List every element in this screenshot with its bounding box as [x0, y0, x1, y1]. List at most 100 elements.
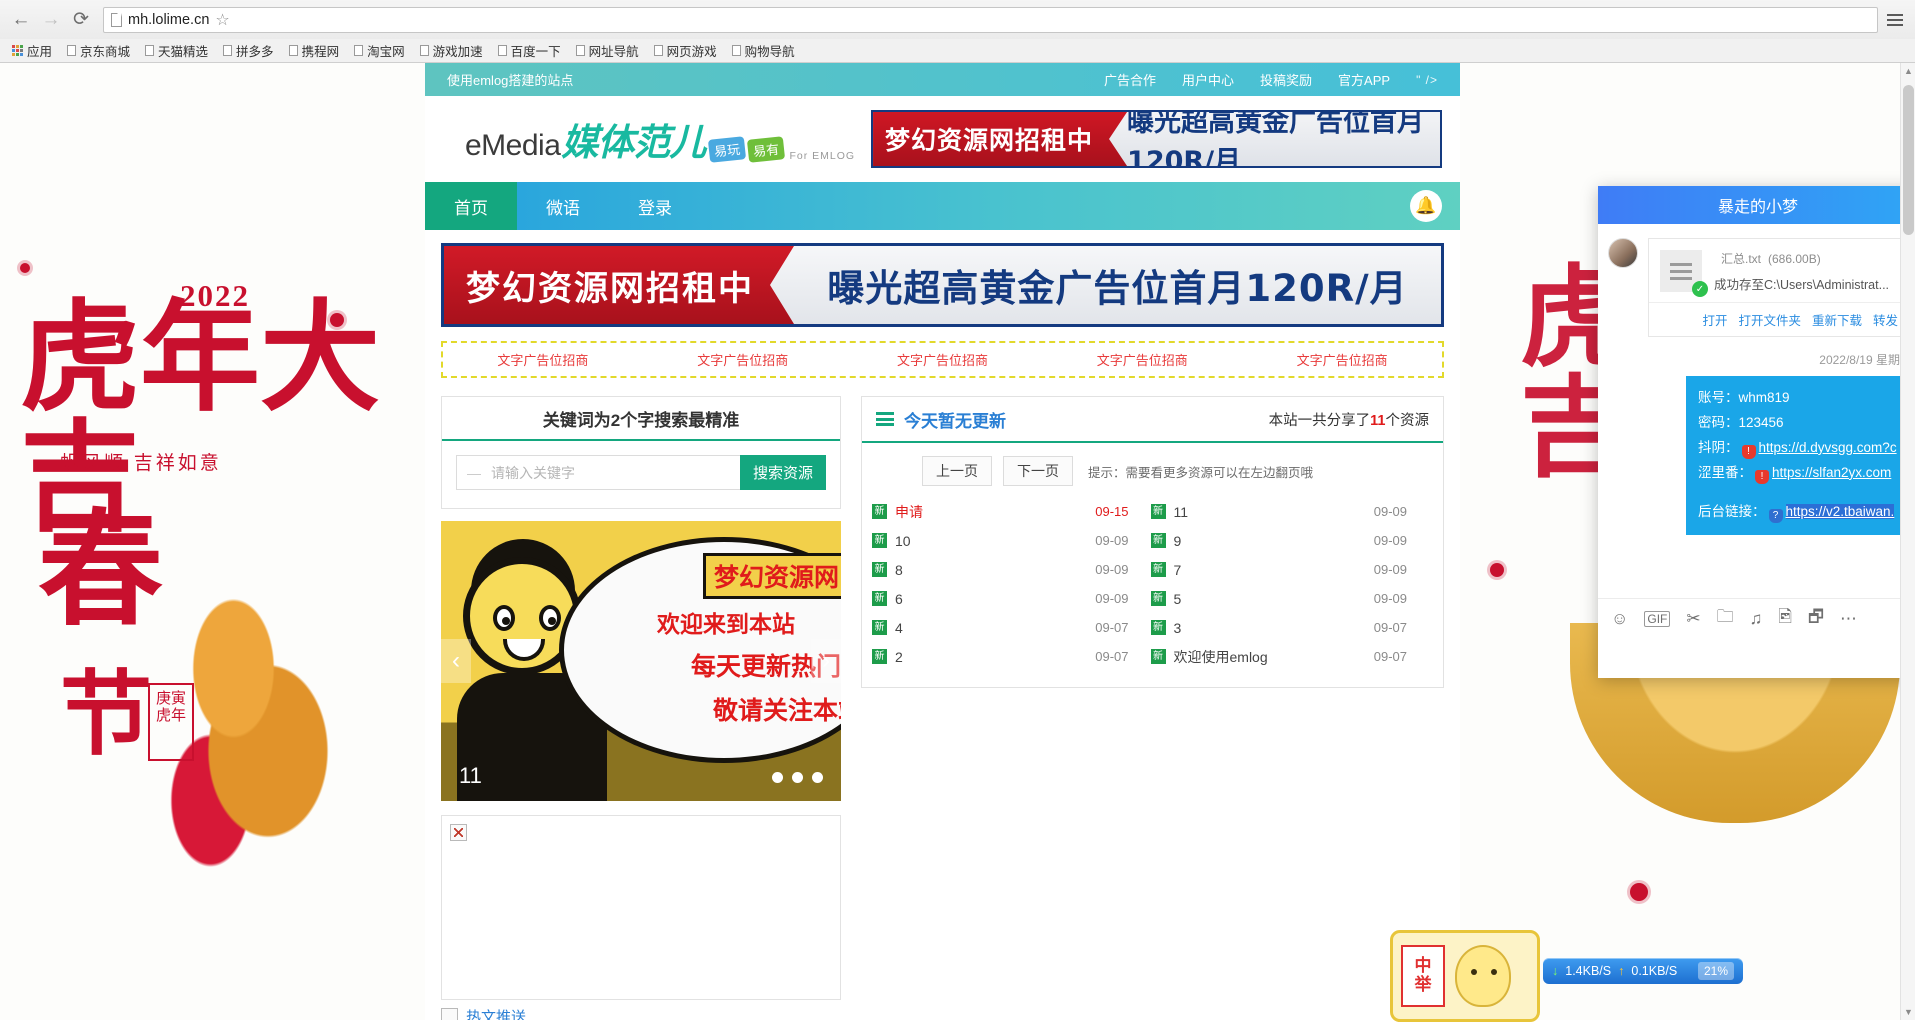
- bookmark-item[interactable]: 网址导航: [570, 39, 645, 62]
- image-icon[interactable]: 🖻: [1778, 604, 1792, 633]
- new-badge-icon: 新: [872, 504, 887, 519]
- emoji-icon[interactable]: ☺: [1611, 609, 1628, 629]
- scrollbar-thumb[interactable]: [1903, 85, 1914, 235]
- text-ad-slot[interactable]: 文字广告位招商: [443, 350, 643, 369]
- search-input[interactable]: — 请输入关键字: [456, 455, 740, 490]
- site-topbar: 使用emlog搭建的站点 广告合作 用户中心 投稿奖励 官方APP " />: [425, 63, 1460, 96]
- bookmark-item[interactable]: 天猫精选: [139, 39, 214, 62]
- resource-cell[interactable]: 新 11 09-09: [1151, 504, 1430, 520]
- topbar-link-ad[interactable]: 广告合作: [1104, 70, 1156, 89]
- site-logo[interactable]: eMedia 媒体范儿 易玩 易有 For EMLOG: [443, 112, 855, 166]
- resource-name[interactable]: 欢迎使用emlog: [1174, 647, 1268, 667]
- nav-tab-home[interactable]: 首页: [425, 182, 517, 230]
- resource-cell[interactable]: 新 3 09-07: [1151, 620, 1430, 636]
- bookmark-star-icon[interactable]: ☆: [215, 10, 229, 30]
- left-column: 关键词为2个字搜索最精准 — 请输入关键字 搜索资源 梦幻资源: [441, 396, 841, 1020]
- reload-icon[interactable]: ⟳: [68, 7, 94, 33]
- network-speed-widget[interactable]: ↓ 1.4KB/S ↑ 0.1KB/S 21%: [1543, 958, 1743, 984]
- resource-name[interactable]: 9: [1174, 533, 1182, 549]
- page-scrollbar[interactable]: ▲ ▼: [1900, 63, 1915, 1020]
- text-ad-slot[interactable]: 文字广告位招商: [643, 350, 843, 369]
- resource-cell[interactable]: 新 9 09-09: [1151, 533, 1430, 549]
- bookmark-item[interactable]: 淘宝网: [348, 39, 411, 62]
- thumbnail-panel: [441, 815, 841, 1000]
- bookmark-item[interactable]: 携程网: [283, 39, 346, 62]
- screenshot-icon[interactable]: 🗗: [1808, 604, 1824, 633]
- folder-icon[interactable]: 🗀: [1717, 604, 1734, 633]
- bookmark-item[interactable]: 京东商城: [61, 39, 136, 62]
- chat-input-area[interactable]: [1598, 638, 1915, 708]
- resource-cell[interactable]: 新 7 09-09: [1151, 562, 1430, 578]
- bookmark-item[interactable]: 购物导航: [726, 39, 801, 62]
- resource-date: 09-15: [1095, 504, 1150, 519]
- chevron-left-icon[interactable]: ‹: [441, 639, 471, 683]
- prev-page-button[interactable]: 上一页: [922, 456, 992, 486]
- text-ad-slot[interactable]: 文字广告位招商: [1242, 350, 1442, 369]
- gif-icon[interactable]: GIF: [1644, 611, 1670, 627]
- file-size: (686.00B): [1768, 252, 1821, 266]
- browser-menu-icon[interactable]: [1887, 14, 1903, 26]
- resource-name[interactable]: 10: [895, 533, 911, 549]
- nav-tab-weiyu[interactable]: 微语: [517, 182, 609, 230]
- search-button[interactable]: 搜索资源: [740, 455, 826, 490]
- address-bar[interactable]: mh.lolime.cn ☆: [103, 7, 1878, 33]
- resource-name[interactable]: 6: [895, 591, 903, 607]
- next-page-button[interactable]: 下一页: [1003, 456, 1073, 486]
- chat-selifan-link[interactable]: https://slfan2yx.com: [1772, 465, 1891, 480]
- back-arrow-icon[interactable]: ←: [8, 7, 34, 33]
- resource-name[interactable]: 2: [895, 649, 903, 665]
- resource-name[interactable]: 5: [1174, 591, 1182, 607]
- topbar-link-user-center[interactable]: 用户中心: [1182, 70, 1234, 89]
- text-ad-slot[interactable]: 文字广告位招商: [1042, 350, 1242, 369]
- file-forward-button[interactable]: 转发: [1873, 310, 1898, 329]
- resource-cell[interactable]: 新 欢迎使用emlog 09-07: [1151, 647, 1430, 667]
- file-redownload-button[interactable]: 重新下载: [1812, 310, 1862, 329]
- topbar-link-official-app[interactable]: 官方APP: [1338, 70, 1390, 89]
- resource-name[interactable]: 4: [895, 620, 903, 636]
- scroll-down-arrow-icon[interactable]: ▼: [1901, 1004, 1915, 1020]
- resource-cell[interactable]: 新 6 09-09: [872, 591, 1151, 607]
- file-card[interactable]: ✓ 汇总.txt(686.00B) 成功存至C:\Users\Administr…: [1648, 238, 1910, 337]
- bookmark-item[interactable]: 网页游戏: [648, 39, 723, 62]
- bookmark-apps[interactable]: 应用: [6, 39, 58, 62]
- resource-date: 09-07: [1374, 620, 1429, 635]
- resource-name[interactable]: 3: [1174, 620, 1182, 636]
- carousel[interactable]: 梦幻资源网 欢迎来到本站 每天更新热门免 敬请关注本站 ‹ › 11: [441, 521, 841, 801]
- resource-name[interactable]: 8: [895, 562, 903, 578]
- chat-douyin-link[interactable]: https://d.dyvsgg.com?c: [1759, 440, 1897, 455]
- resource-cell[interactable]: 新 5 09-09: [1151, 591, 1430, 607]
- resource-name[interactable]: 7: [1174, 562, 1182, 578]
- hot-articles-row[interactable]: 热文推送: [441, 1006, 841, 1020]
- file-open-folder-button[interactable]: 打开文件夹: [1738, 310, 1801, 329]
- header-ad-banner[interactable]: 梦幻资源网招租中 曝光超高黄金广告位首月120R/月: [871, 110, 1442, 168]
- mascot-widget[interactable]: 中 举: [1390, 930, 1540, 1022]
- bookmark-item[interactable]: 游戏加速: [414, 39, 489, 62]
- chat-window-title: 暴走的小梦: [1598, 186, 1915, 224]
- resource-date: 09-07: [1374, 649, 1429, 664]
- forward-arrow-icon[interactable]: →: [38, 7, 64, 33]
- resource-name[interactable]: 申请: [895, 502, 923, 522]
- bookmark-item[interactable]: 拼多多: [217, 39, 280, 62]
- resource-name[interactable]: 11: [1174, 504, 1189, 520]
- main-ad-banner[interactable]: 梦幻资源网招租中 曝光超高黄金广告位首月120R/月: [441, 243, 1444, 327]
- more-icon[interactable]: ⋯: [1840, 609, 1857, 629]
- chevron-right-icon[interactable]: ›: [811, 639, 841, 683]
- scroll-up-arrow-icon[interactable]: ▲: [1901, 63, 1915, 79]
- resource-cell[interactable]: 新 4 09-07: [872, 620, 1151, 636]
- chat-backend-link[interactable]: https://v2.tbaiwan.: [1786, 504, 1895, 519]
- table-row: 新 申请 09-15 新 11 09-09: [872, 497, 1429, 526]
- text-ad-slot[interactable]: 文字广告位招商: [843, 350, 1043, 369]
- resource-cell[interactable]: 新 2 09-07: [872, 649, 1151, 665]
- scissors-icon[interactable]: ✂: [1686, 609, 1700, 629]
- bookmark-item[interactable]: 百度一下: [492, 39, 567, 62]
- topbar-link-reward[interactable]: 投稿奖励: [1260, 70, 1312, 89]
- resource-cell[interactable]: 新 10 09-09: [872, 533, 1151, 549]
- chat-line-spacer: [1698, 486, 1915, 500]
- nav-tab-login[interactable]: 登录: [609, 182, 701, 230]
- notification-bell-icon[interactable]: 🔔: [1410, 190, 1442, 222]
- file-open-button[interactable]: 打开: [1702, 310, 1727, 329]
- carousel-dots[interactable]: [772, 772, 823, 783]
- resource-cell[interactable]: 新 申请 09-15: [872, 502, 1151, 522]
- music-icon[interactable]: ♫: [1750, 609, 1763, 629]
- resource-cell[interactable]: 新 8 09-09: [872, 562, 1151, 578]
